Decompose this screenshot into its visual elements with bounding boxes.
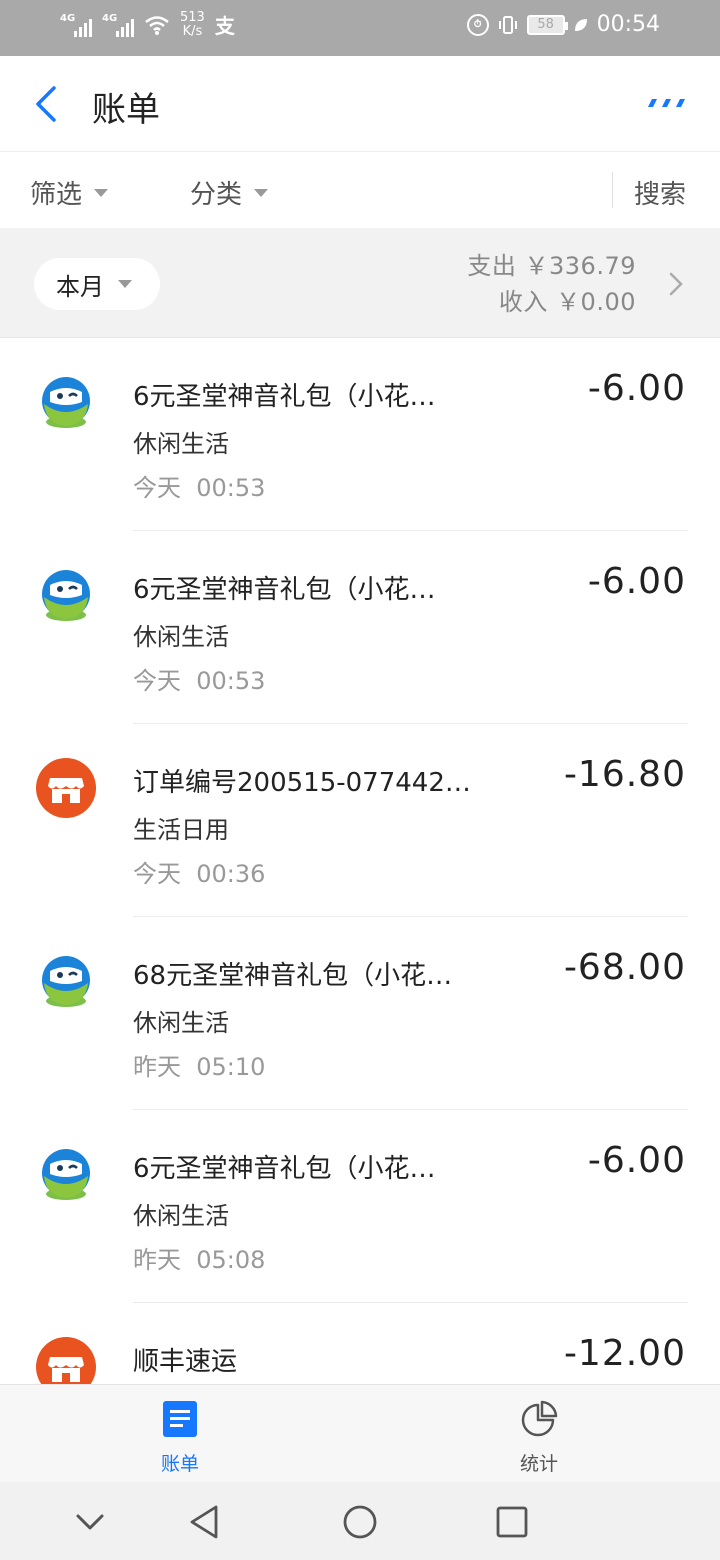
- transaction-amount: -68.00: [563, 947, 686, 988]
- pie-chart-icon: [521, 1400, 558, 1437]
- tab-bill[interactable]: 账单: [120, 1399, 240, 1476]
- app-header: 账单: [0, 56, 720, 152]
- transaction-title: 68元圣堂神音礼包（小花…: [133, 961, 453, 991]
- transaction-time: 昨天 05:10: [133, 1053, 266, 1081]
- category-label: 分类: [190, 180, 243, 210]
- data-saver-icon: ⏱: [466, 13, 489, 36]
- transaction-row[interactable]: 6元圣堂神音礼包（小花… 休闲生活 今天 00:53 -6.00: [0, 338, 720, 531]
- store-icon: [36, 1337, 96, 1384]
- more-options-button[interactable]: [646, 98, 688, 108]
- transaction-time: 今天 00:53: [133, 474, 266, 502]
- transaction-title: 顺丰速运: [133, 1347, 238, 1377]
- transaction-amount: -6.00: [587, 368, 686, 409]
- caret-down-icon: [254, 188, 269, 197]
- recents-square-icon[interactable]: [492, 1502, 532, 1542]
- bottom-tab-bar: 账单 统计: [0, 1384, 720, 1482]
- search-label: 搜索: [634, 180, 687, 210]
- vibrate-icon: [498, 15, 517, 34]
- expense-label: 支出: [467, 252, 517, 280]
- tab-stats[interactable]: 统计: [479, 1399, 599, 1476]
- back-button[interactable]: [30, 82, 62, 126]
- transaction-row[interactable]: 订单编号200515-077442… 生活日用 今天 00:36 -16.80: [0, 724, 720, 917]
- transaction-title: 订单编号200515-077442…: [133, 768, 471, 798]
- caret-down-icon: [94, 188, 109, 197]
- wifi-icon: [145, 15, 169, 35]
- game-mascot-icon: [42, 570, 90, 621]
- transaction-amount: -6.00: [587, 1140, 686, 1181]
- signal-icon: 4G: [60, 13, 92, 37]
- summary-totals[interactable]: 支出 ￥336.79 收入 ￥0.00: [467, 248, 636, 320]
- back-triangle-icon[interactable]: [186, 1502, 226, 1542]
- transaction-category: 休闲生活: [133, 623, 229, 651]
- expense-value: ￥336.79: [524, 252, 636, 280]
- battery-icon: 58: [526, 14, 568, 35]
- game-mascot-icon: [42, 377, 90, 428]
- filter-dropdown[interactable]: 筛选: [30, 174, 109, 211]
- store-icon: [36, 758, 96, 818]
- transaction-title: 6元圣堂神音礼包（小花…: [133, 382, 436, 412]
- alipay-notification-icon: 支: [214, 14, 235, 38]
- signal-icon: 4G: [102, 13, 134, 37]
- divider: [612, 172, 613, 208]
- income-value: ￥0.00: [556, 288, 636, 316]
- page-title: 账单: [92, 90, 160, 130]
- month-label: 本月: [56, 272, 104, 301]
- month-selector[interactable]: 本月: [34, 258, 160, 310]
- transaction-time: 今天 00:36: [133, 860, 266, 888]
- transaction-time: 昨天 05:08: [133, 1246, 266, 1274]
- transaction-title: 6元圣堂神音礼包（小花…: [133, 575, 436, 605]
- transaction-row[interactable]: 6元圣堂神音礼包（小花… 休闲生活 昨天 05:08 -6.00: [0, 1110, 720, 1303]
- search-button[interactable]: 搜索: [634, 174, 686, 211]
- transaction-title: 6元圣堂神音礼包（小花…: [133, 1154, 436, 1184]
- network-speed: 513 K/s: [180, 9, 205, 39]
- transaction-row[interactable]: 顺丰速运 -12.00: [0, 1303, 720, 1384]
- caret-down-icon: [118, 280, 132, 288]
- filter-label: 筛选: [30, 180, 83, 210]
- home-circle-icon[interactable]: [340, 1502, 380, 1542]
- transaction-row[interactable]: 6元圣堂神音礼包（小花… 休闲生活 今天 00:53 -6.00: [0, 531, 720, 724]
- income-label: 收入: [498, 288, 548, 316]
- transaction-row[interactable]: 68元圣堂神音礼包（小花… 休闲生活 昨天 05:10 -68.00: [0, 917, 720, 1110]
- game-mascot-icon: [42, 956, 90, 1007]
- filter-bar: 筛选 分类 搜索: [0, 152, 720, 228]
- transaction-amount: -6.00: [587, 561, 686, 602]
- transaction-amount: -12.00: [563, 1333, 686, 1374]
- transaction-category: 休闲生活: [133, 430, 229, 458]
- clock: 00:54: [596, 12, 660, 37]
- bill-icon: [163, 1401, 197, 1437]
- transaction-amount: -16.80: [563, 754, 686, 795]
- category-dropdown[interactable]: 分类: [190, 174, 269, 211]
- game-mascot-icon: [42, 1149, 90, 1200]
- transaction-time: 今天 00:53: [133, 667, 266, 695]
- system-nav-bar: [0, 1482, 720, 1560]
- chevron-right-icon[interactable]: [668, 270, 684, 298]
- tab-bill-label: 账单: [160, 1453, 199, 1475]
- chevron-down-icon[interactable]: [70, 1502, 110, 1542]
- month-summary: 本月 支出 ￥336.79 收入 ￥0.00: [0, 228, 720, 338]
- transaction-list: 6元圣堂神音礼包（小花… 休闲生活 今天 00:53 -6.00 6元圣堂神音礼…: [0, 338, 720, 1384]
- status-bar: 4G 4G 513 K/s 支 ⏱ 58 00:54: [0, 0, 720, 56]
- power-saving-icon: [574, 18, 587, 31]
- tab-stats-label: 统计: [519, 1453, 558, 1475]
- transaction-category: 生活日用: [133, 816, 229, 844]
- transaction-category: 休闲生活: [133, 1202, 229, 1230]
- transaction-category: 休闲生活: [133, 1009, 229, 1037]
